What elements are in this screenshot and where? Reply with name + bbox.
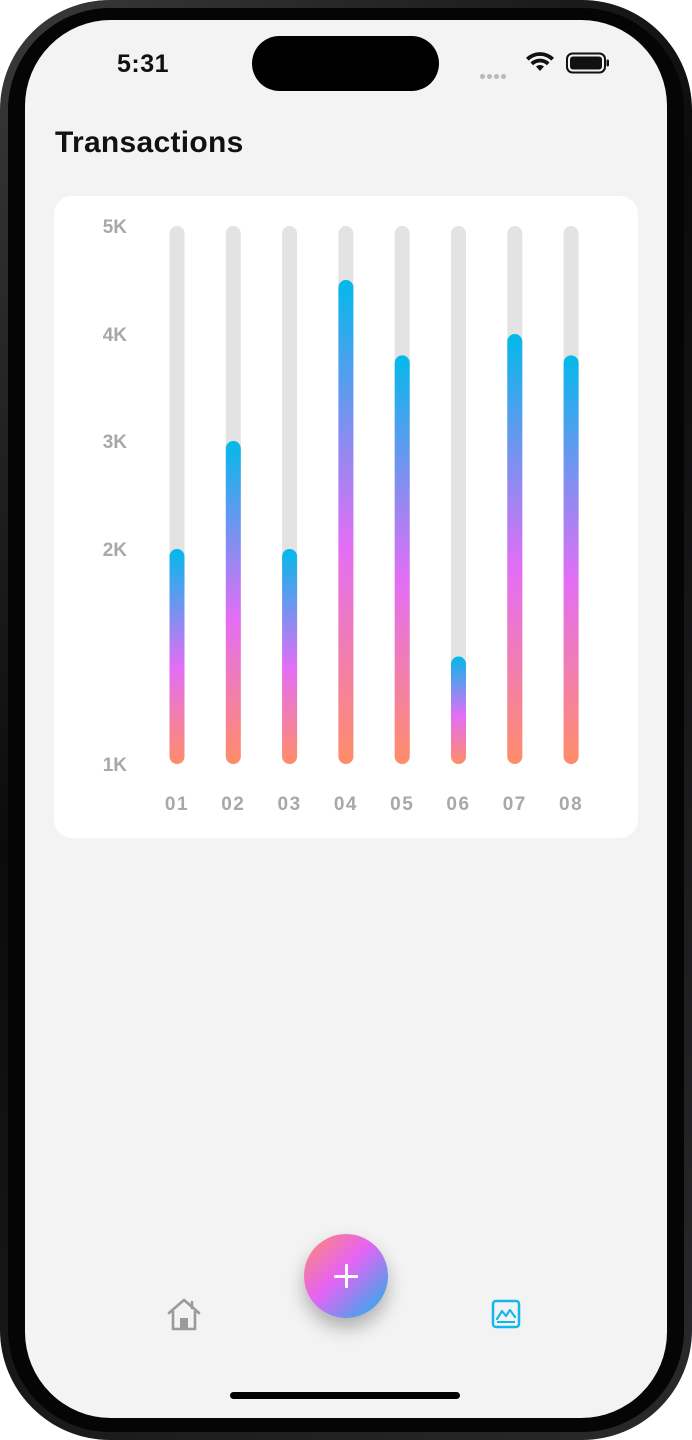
bar-06[interactable] — [451, 656, 466, 765]
y-tick-label: 5K — [103, 217, 128, 238]
x-tick-label: 06 — [446, 794, 470, 815]
bar-08[interactable] — [563, 355, 579, 764]
x-tick-label: 04 — [334, 794, 358, 815]
bar-01[interactable] — [169, 549, 185, 764]
x-tick-label: 03 — [278, 794, 302, 815]
transactions-bar-chart: 5K 4K 3K 2K 1K 01 02 03 04 05 06 07 08 — [103, 217, 583, 815]
device-frame: 5:31 Transactions 5K 4K 3K 2K 1K 01 02 0… — [0, 0, 692, 1440]
y-tick-label: 2K — [103, 540, 128, 561]
bar-07[interactable] — [507, 334, 523, 764]
y-tick-label: 4K — [103, 325, 128, 346]
bar-02[interactable] — [225, 441, 241, 764]
bar-04[interactable] — [338, 280, 354, 764]
home-indicator — [230, 1392, 460, 1399]
bar-05[interactable] — [394, 355, 410, 764]
y-tick-label: 3K — [103, 432, 128, 453]
dynamic-island — [252, 36, 439, 91]
screen: 5:31 Transactions 5K 4K 3K 2K 1K 01 02 0… — [25, 20, 667, 1418]
status-time: 5:31 — [117, 50, 170, 78]
wifi-icon — [526, 52, 554, 71]
x-tick-label: 05 — [390, 794, 414, 815]
page-title: Transactions — [55, 126, 244, 159]
home-icon[interactable] — [165, 1296, 203, 1332]
x-tick-label: 01 — [165, 794, 189, 815]
x-tick-label: 08 — [559, 794, 583, 815]
add-transaction-button[interactable] — [304, 1234, 388, 1318]
chart-icon[interactable] — [491, 1299, 521, 1329]
x-tick-label: 02 — [221, 794, 245, 815]
signal-dots-icon — [480, 66, 514, 79]
y-tick-label: 1K — [103, 755, 128, 776]
chart-card: 5K 4K 3K 2K 1K 01 02 03 04 05 06 07 08 — [54, 196, 638, 838]
battery-icon — [566, 52, 609, 74]
x-tick-label: 07 — [503, 794, 527, 815]
bar-03[interactable] — [282, 549, 298, 764]
